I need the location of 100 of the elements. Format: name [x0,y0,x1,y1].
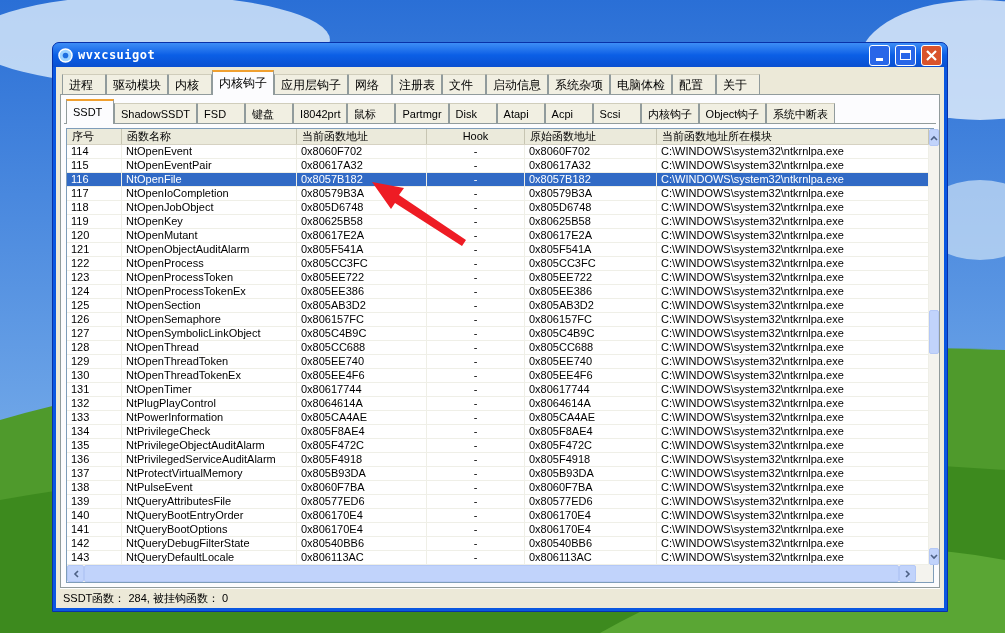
table-row[interactable]: 118 NtOpenJobObject 0x805D6748 - 0x805D6748 C:\WINDOWS\system32\ntkrnlpa.exe [67,201,929,215]
table-row[interactable]: 130 NtOpenThreadTokenEx 0x805EE4F6 - 0x805EE4F6 C:\WINDOWS\system32\ntkrnlpa.exe [67,369,929,383]
tab[interactable]: Disk [448,103,497,123]
table-cell: 0x805CA4AE [297,411,427,424]
table-row[interactable]: 132 NtPlugPlayControl 0x8064614A - 0x8064614A C:\WINDOWS\system32\ntkrnlpa.exe [67,397,929,411]
table-row[interactable]: 142 NtQueryDebugFilterState 0x80540BB6 - 0x80540BB6 C:\WINDOWS\system32\ntkrnlpa.exe [67,537,929,551]
table-cell: 0x805F472C [297,439,427,452]
scrollbar-thumb[interactable] [929,310,939,354]
table-row[interactable]: 117 NtOpenIoCompletion 0x80579B3A - 0x80579B3A C:\WINDOWS\system32\ntkrnlpa.exe [67,187,929,201]
table-cell: 136 [67,453,122,466]
table-cell: NtPowerInformation [122,411,297,424]
tab[interactable]: Object钩子 [698,103,767,123]
table-row[interactable]: 141 NtQueryBootOptions 0x806170E4 - 0x806170E4 C:\WINDOWS\system32\ntkrnlpa.exe [67,523,929,537]
table-cell: - [427,341,525,354]
tab[interactable]: 系统中断表 [766,103,836,123]
table-cell: NtQueryBootEntryOrder [122,509,297,522]
table-cell: - [427,159,525,172]
table-cell: 116 [67,173,122,186]
table-row[interactable]: 123 NtOpenProcessToken 0x805EE722 - 0x805EE722 C:\WINDOWS\system32\ntkrnlpa.exe [67,271,929,285]
table-cell: 0x805C4B9C [297,327,427,340]
tab[interactable]: 注册表 [392,74,442,94]
table-cell: - [427,453,525,466]
vertical-scrollbar[interactable] [929,129,939,565]
table-cell: 135 [67,439,122,452]
tab[interactable]: FSD [197,103,246,123]
scroll-down-icon [930,553,938,560]
tab[interactable]: 键盘 [245,103,294,123]
table-cell: - [427,173,525,186]
tab[interactable]: 电脑体检 [610,74,672,94]
table-row[interactable]: 140 NtQueryBootEntryOrder 0x806170E4 - 0x806170E4 C:\WINDOWS\system32\ntkrnlpa.exe [67,509,929,523]
table-row[interactable]: 136 NtPrivilegedServiceAuditAlarm 0x805F4918 - 0x805F4918 C:\WINDOWS\system32\ntkrnlpa.exe [67,453,929,467]
column-header[interactable]: 当前函数地址 [297,129,427,144]
table-row[interactable]: 122 NtOpenProcess 0x805CC3FC - 0x805CC3FC C:\WINDOWS\system32\ntkrnlpa.exe [67,257,929,271]
table-row[interactable]: 126 NtOpenSemaphore 0x806157FC - 0x806157FC C:\WINDOWS\system32\ntkrnlpa.exe [67,313,929,327]
table-cell: 124 [67,285,122,298]
tab[interactable]: 网络 [348,74,392,94]
table-cell: NtPulseEvent [122,481,297,494]
tab[interactable]: Scsi [592,103,641,123]
table-cell: 0x805EE4F6 [525,369,657,382]
minimize-button[interactable] [869,44,890,66]
table-row[interactable]: 120 NtOpenMutant 0x80617E2A - 0x80617E2A C:\WINDOWS\system32\ntkrnlpa.exe [67,229,929,243]
table-row[interactable]: 115 NtOpenEventPair 0x80617A32 - 0x80617A32 C:\WINDOWS\system32\ntkrnlpa.exe [67,159,929,173]
column-header[interactable]: Hook [427,129,525,144]
table-cell: - [427,425,525,438]
tab[interactable]: I8042prt [293,103,348,123]
table-cell: 139 [67,495,122,508]
table-row[interactable]: 129 NtOpenThreadToken 0x805EE740 - 0x805EE740 C:\WINDOWS\system32\ntkrnlpa.exe [67,355,929,369]
table-cell: NtPrivilegeObjectAuditAlarm [122,439,297,452]
table-row[interactable]: 121 NtOpenObjectAuditAlarm 0x805F541A - 0x805F541A C:\WINDOWS\system32\ntkrnlpa.exe [67,243,929,257]
tab[interactable]: Acpi [544,103,593,123]
tab[interactable]: 配置 [672,74,716,94]
table-cell: 120 [67,229,122,242]
tab[interactable]: 文件 [442,74,486,94]
column-header[interactable]: 函数名称 [122,129,297,144]
table-row[interactable]: 119 NtOpenKey 0x80625B58 - 0x80625B58 C:\WINDOWS\system32\ntkrnlpa.exe [67,215,929,229]
tab[interactable]: 驱动模块 [106,74,168,94]
table-cell: 0x80540BB6 [525,537,657,550]
table-row[interactable]: 138 NtPulseEvent 0x8060F7BA - 0x8060F7BA C:\WINDOWS\system32\ntkrnlpa.exe [67,481,929,495]
table-row[interactable]: 127 NtOpenSymbolicLinkObject 0x805C4B9C - 0x805C4B9C C:\WINDOWS\system32\ntkrnlpa.exe [67,327,929,341]
table-row[interactable]: 116 NtOpenFile 0x8057B182 - 0x8057B182 C:\WINDOWS\system32\ntkrnlpa.exe [67,173,929,187]
tab[interactable]: ShadowSSDT [114,103,198,123]
table-row[interactable]: 137 NtProtectVirtualMemory 0x805B93DA - 0x805B93DA C:\WINDOWS\system32\ntkrnlpa.exe [67,467,929,481]
tab[interactable]: 内核钩子 [212,70,274,95]
table-cell: 131 [67,383,122,396]
table-cell: 0x805C4B9C [525,327,657,340]
app-icon [58,47,73,63]
column-header[interactable]: 原始函数地址 [525,129,657,144]
table-cell: 141 [67,523,122,536]
tab[interactable]: 内核钩子 [640,103,699,123]
close-button[interactable] [921,44,942,66]
table-cell: NtQueryBootOptions [122,523,297,536]
table-row[interactable]: 128 NtOpenThread 0x805CC688 - 0x805CC688 C:\WINDOWS\system32\ntkrnlpa.exe [67,341,929,355]
tab[interactable]: Atapi [496,103,545,123]
table-row[interactable]: 114 NtOpenEvent 0x8060F702 - 0x8060F702 C:\WINDOWS\system32\ntkrnlpa.exe [67,145,929,159]
tab[interactable]: 应用层钩子 [274,74,348,94]
tab[interactable]: 内核 [168,74,212,94]
table-cell: NtOpenMutant [122,229,297,242]
tab[interactable]: 关于 [716,74,760,94]
tab[interactable]: Partmgr [395,103,449,123]
table-cell: 0x80540BB6 [297,537,427,550]
table-cell: NtQueryDefaultLocale [122,551,297,564]
column-header[interactable]: 序号 [67,129,122,144]
tab[interactable]: 系统杂项 [548,74,610,94]
table-row[interactable]: 139 NtQueryAttributesFile 0x80577ED6 - 0x80577ED6 C:\WINDOWS\system32\ntkrnlpa.exe [67,495,929,509]
table-cell: 0x80617E2A [525,229,657,242]
tab[interactable]: SSDT [66,99,114,124]
table-cell: 0x806157FC [525,313,657,326]
tab[interactable]: 启动信息 [486,74,548,94]
table-cell: 0x806170E4 [525,523,657,536]
table-cell: - [427,495,525,508]
table-row[interactable]: 135 NtPrivilegeObjectAuditAlarm 0x805F472C - 0x805F472C C:\WINDOWS\system32\ntkrnlpa.exe [67,439,929,453]
table-row[interactable]: 125 NtOpenSection 0x805AB3D2 - 0x805AB3D2 C:\WINDOWS\system32\ntkrnlpa.exe [67,299,929,313]
tab[interactable]: 进程 [62,74,106,94]
table-row[interactable]: 124 NtOpenProcessTokenEx 0x805EE386 - 0x805EE386 C:\WINDOWS\system32\ntkrnlpa.exe [67,285,929,299]
table-row[interactable]: 131 NtOpenTimer 0x80617744 - 0x80617744 C:\WINDOWS\system32\ntkrnlpa.exe [67,383,929,397]
table-row[interactable]: 133 NtPowerInformation 0x805CA4AE - 0x805CA4AE C:\WINDOWS\system32\ntkrnlpa.exe [67,411,929,425]
maximize-button[interactable] [895,44,916,66]
table-row[interactable]: 143 NtQueryDefaultLocale 0x806113AC - 0x806113AC C:\WINDOWS\system32\ntkrnlpa.exe [67,551,929,565]
table-row[interactable]: 134 NtPrivilegeCheck 0x805F8AE4 - 0x805F8AE4 C:\WINDOWS\system32\ntkrnlpa.exe [67,425,929,439]
tab[interactable]: 鼠标 [347,103,396,123]
